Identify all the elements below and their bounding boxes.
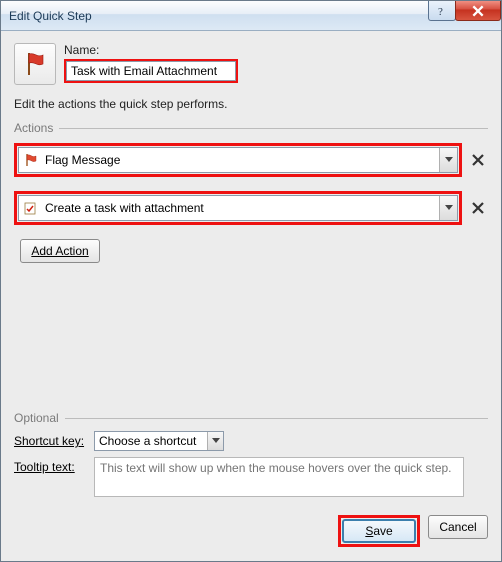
- action-row-1: Flag Message: [14, 143, 488, 177]
- dialog-body: Name: Edit the actions the quick step pe…: [1, 31, 501, 561]
- action-select-text: Flag Message: [45, 153, 439, 167]
- delete-action-button-2[interactable]: [468, 198, 488, 218]
- window-title: Edit Quick Step: [9, 9, 92, 23]
- save-highlight: Save: [338, 515, 420, 547]
- add-action-button[interactable]: Add Action: [20, 239, 100, 263]
- shortcut-select[interactable]: Choose a shortcut: [94, 431, 224, 451]
- help-button[interactable]: ?: [428, 1, 456, 21]
- titlebar: Edit Quick Step ?: [1, 1, 501, 31]
- edit-quick-step-dialog: Edit Quick Step ? Name:: [0, 0, 502, 562]
- name-highlight: [64, 59, 238, 83]
- chevron-down-icon: [207, 432, 223, 450]
- flag-icon: [23, 153, 39, 167]
- action-select-flag-message[interactable]: Flag Message: [18, 147, 458, 173]
- dialog-footer: Save Cancel: [14, 515, 488, 551]
- action-highlight-2: Create a task with attachment: [14, 191, 462, 225]
- optional-group-label: Optional: [14, 411, 488, 425]
- tooltip-row: Tooltip text:: [14, 457, 488, 497]
- save-button[interactable]: Save: [342, 519, 416, 543]
- actions-group-label: Actions: [14, 121, 488, 135]
- divider: [59, 128, 488, 129]
- close-button[interactable]: [455, 1, 501, 21]
- shortcut-row: Shortcut key: Choose a shortcut: [14, 431, 488, 451]
- shortcut-label: Shortcut key:: [14, 431, 94, 448]
- action-highlight-1: Flag Message: [14, 143, 462, 177]
- add-action-label: Add Action: [31, 244, 88, 258]
- spacer: [14, 263, 488, 411]
- tooltip-input[interactable]: [94, 457, 464, 497]
- add-action-row: Add Action: [14, 239, 488, 263]
- divider: [65, 418, 488, 419]
- tooltip-label: Tooltip text:: [14, 457, 94, 474]
- name-section: Name:: [14, 43, 488, 85]
- action-select-create-task[interactable]: Create a task with attachment: [18, 195, 458, 221]
- optional-group-text: Optional: [14, 411, 59, 425]
- svg-text:?: ?: [438, 6, 443, 17]
- name-input[interactable]: [66, 61, 236, 81]
- window-controls: ?: [429, 1, 501, 23]
- action-row-2: Create a task with attachment: [14, 191, 488, 225]
- delete-action-button-1[interactable]: [468, 150, 488, 170]
- chevron-down-icon: [439, 196, 457, 220]
- chevron-down-icon: [439, 148, 457, 172]
- action-select-text: Create a task with attachment: [45, 201, 439, 215]
- shortcut-value: Choose a shortcut: [99, 434, 196, 448]
- task-icon: [23, 201, 39, 215]
- quick-step-icon-button[interactable]: [14, 43, 56, 85]
- actions-group-text: Actions: [14, 121, 53, 135]
- name-label: Name:: [64, 43, 488, 57]
- cancel-button[interactable]: Cancel: [428, 515, 488, 539]
- instruction-text: Edit the actions the quick step performs…: [14, 97, 488, 111]
